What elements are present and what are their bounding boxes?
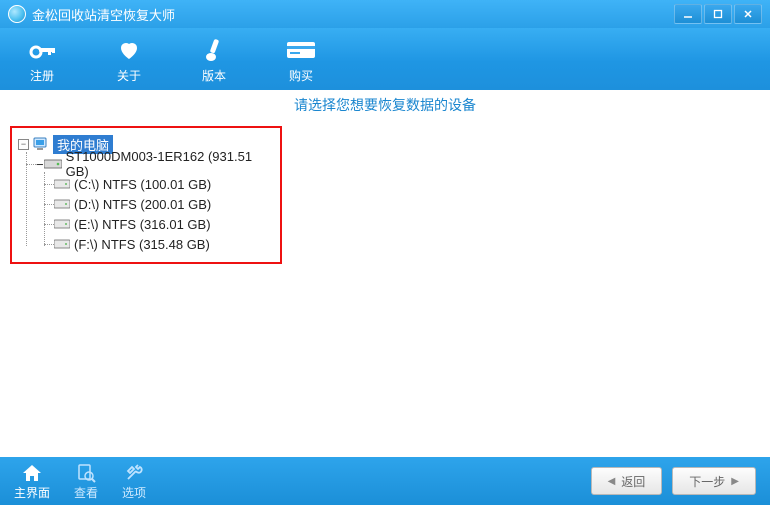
back-button-label: 返回 <box>621 473 645 490</box>
tree-partition[interactable]: (E:\) NTFS (316.01 GB) <box>54 214 272 234</box>
drive-icon <box>54 179 70 189</box>
next-button-label: 下一步 <box>689 473 725 490</box>
toolbar-about-label: 关于 <box>117 67 141 84</box>
brush-icon <box>202 35 226 65</box>
highlight-box: − 我的电脑 − ST1000DM003-1ER162 (931.51 GB) <box>10 126 282 264</box>
maximize-button[interactable] <box>704 4 732 24</box>
toolbar: 注册 关于 版本 购买 <box>0 28 770 90</box>
footer-view-label: 查看 <box>74 484 98 501</box>
footer-options-label: 选项 <box>122 484 146 501</box>
title-bar: 金松回收站清空恢复大师 <box>0 0 770 28</box>
window-controls <box>674 4 762 24</box>
tree-disk[interactable]: − ST1000DM003-1ER162 (931.51 GB) <box>36 154 272 174</box>
app-window: 金松回收站清空恢复大师 注册 关于 <box>0 0 770 505</box>
footer-bar: 主界面 查看 选项 ◀ 返回 下一步 ▶ <box>0 457 770 505</box>
toolbar-about[interactable]: 关于 <box>116 35 142 84</box>
minimize-button[interactable] <box>674 4 702 24</box>
close-button[interactable] <box>734 4 762 24</box>
toolbar-register[interactable]: 注册 <box>28 35 56 84</box>
tree-partition[interactable]: (D:\) NTFS (200.01 GB) <box>54 194 272 214</box>
content-area: − 我的电脑 − ST1000DM003-1ER162 (931.51 GB) <box>0 120 770 457</box>
chevron-right-icon: ▶ <box>731 476 739 487</box>
device-tree: − 我的电脑 − ST1000DM003-1ER162 (931.51 GB) <box>18 134 272 254</box>
toolbar-version-label: 版本 <box>202 67 226 84</box>
home-icon <box>22 462 42 484</box>
expand-toggle[interactable]: − <box>18 139 29 150</box>
instruction-text: 请选择您想要恢复数据的设备 <box>0 90 770 120</box>
partition-label: (D:\) NTFS (200.01 GB) <box>74 197 211 212</box>
drive-icon <box>54 199 70 209</box>
computer-icon <box>33 137 49 151</box>
maximize-icon <box>713 9 723 19</box>
app-title: 金松回收站清空恢复大师 <box>32 5 674 24</box>
app-logo-icon <box>8 5 26 23</box>
drive-icon <box>54 219 70 229</box>
heart-icon <box>116 35 142 65</box>
partition-label: (F:\) NTFS (315.48 GB) <box>74 237 210 252</box>
tools-icon <box>124 462 144 484</box>
card-icon <box>286 35 316 65</box>
partition-label: (E:\) NTFS (316.01 GB) <box>74 217 211 232</box>
partition-label: (C:\) NTFS (100.01 GB) <box>74 177 211 192</box>
next-button[interactable]: 下一步 ▶ <box>672 467 756 495</box>
toolbar-register-label: 注册 <box>30 67 54 84</box>
minimize-icon <box>683 9 693 19</box>
footer-home[interactable]: 主界面 <box>14 462 50 501</box>
key-icon <box>28 35 56 65</box>
expand-toggle[interactable]: − <box>36 157 44 172</box>
footer-view[interactable]: 查看 <box>74 462 98 501</box>
tree-partition[interactable]: (F:\) NTFS (315.48 GB) <box>54 234 272 254</box>
drive-icon <box>54 239 70 249</box>
search-doc-icon <box>76 462 96 484</box>
close-icon <box>743 9 753 19</box>
toolbar-version[interactable]: 版本 <box>202 35 226 84</box>
footer-home-label: 主界面 <box>14 484 50 501</box>
tree-partition[interactable]: (C:\) NTFS (100.01 GB) <box>54 174 272 194</box>
chevron-left-icon: ◀ <box>608 476 616 487</box>
hdd-icon <box>44 158 62 170</box>
toolbar-buy[interactable]: 购买 <box>286 35 316 84</box>
back-button[interactable]: ◀ 返回 <box>591 467 663 495</box>
toolbar-buy-label: 购买 <box>289 67 313 84</box>
footer-options[interactable]: 选项 <box>122 462 146 501</box>
